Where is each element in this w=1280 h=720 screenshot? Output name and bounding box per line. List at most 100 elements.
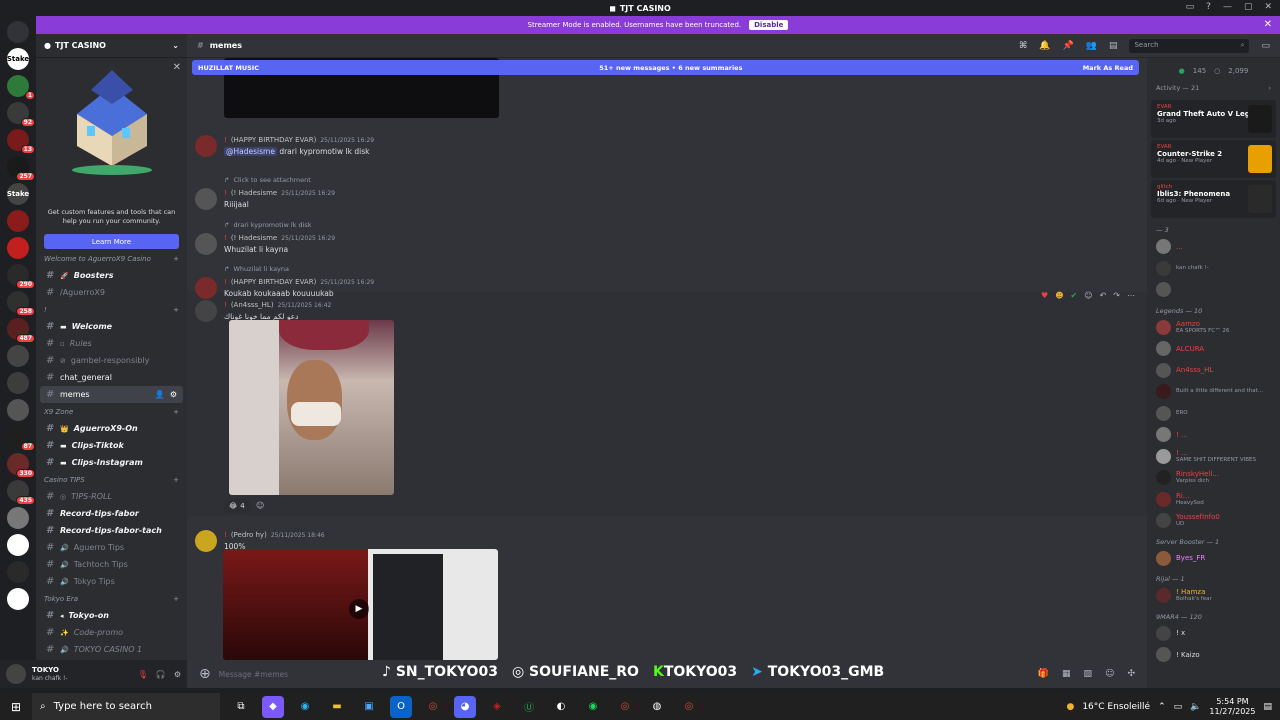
summaries-icon[interactable]: ▤ xyxy=(1109,41,1118,51)
search-input[interactable]: Search ⌕ xyxy=(1129,38,1250,53)
channel-item[interactable]: # ▬ Welcome xyxy=(36,318,187,335)
channel-item[interactable]: # Record-tips-fabor-tach xyxy=(36,522,187,539)
notification-icon[interactable]: ▤ xyxy=(1263,702,1272,712)
plus-icon[interactable]: + xyxy=(173,306,179,314)
server-icon[interactable] xyxy=(7,237,29,259)
clock[interactable]: 5:54 PM 11/27/2025 xyxy=(1209,697,1255,717)
server-icon[interactable] xyxy=(7,345,29,367)
volume-icon[interactable]: 🔈 xyxy=(1190,702,1201,712)
close-banner-icon[interactable]: ✕ xyxy=(1264,19,1272,30)
outlook-icon[interactable]: O xyxy=(390,695,412,718)
server-icon[interactable]: 87 xyxy=(7,426,35,451)
heart-icon[interactable]: ♥ xyxy=(1041,291,1048,300)
new-messages-bar[interactable]: HUZILLAT MUSIC 51+ new messages • 6 new … xyxy=(192,60,1139,75)
channel-item[interactable]: # 👑 AguerroX9-On xyxy=(36,420,187,437)
server-icon[interactable]: 258 xyxy=(7,291,35,316)
taskbar-search[interactable]: ⌕ Type here to search xyxy=(32,693,220,720)
server-header[interactable]: ● TJT CASINO ⌄ xyxy=(36,34,187,58)
server-icon[interactable] xyxy=(7,588,29,610)
deafen-icon[interactable]: 🎧 xyxy=(156,670,166,679)
channel-item[interactable]: # ▬ Clips-Tiktok xyxy=(36,437,187,454)
steam-icon[interactable]: ◐ xyxy=(550,696,572,718)
server-icon[interactable]: 435 xyxy=(7,480,35,505)
inbox-icon[interactable]: ▭ xyxy=(1261,41,1270,51)
gear-icon[interactable]: ⚙ xyxy=(174,670,181,679)
author-name[interactable]: (HAPPY BIRTHDAY EVAR) xyxy=(231,136,317,144)
chrome3-icon[interactable]: ◎ xyxy=(678,696,700,718)
member-item[interactable]: ! Kaizo xyxy=(1147,644,1280,666)
task-view-icon[interactable]: ⧉ xyxy=(230,696,252,718)
member-item[interactable]: An4sss_HL xyxy=(1147,360,1280,382)
reaction-badge[interactable]: 😂 4 xyxy=(224,499,250,513)
channel-item[interactable]: # ✨ Code-promo xyxy=(36,624,187,641)
app-red-icon[interactable]: ◈ xyxy=(486,696,508,718)
avatar[interactable] xyxy=(195,530,217,552)
server-icon[interactable]: 1 xyxy=(7,75,35,100)
more-icon[interactable]: ⋯ xyxy=(1127,291,1135,300)
forward-icon[interactable]: ↷ xyxy=(1113,291,1120,300)
activity-card[interactable]: EVAR Grand Theft Auto V Legacy 3d ago xyxy=(1151,100,1276,138)
bell-icon[interactable]: 🔔 xyxy=(1039,41,1050,51)
channel-category[interactable]: X9 Zone + xyxy=(36,403,187,420)
check-icon[interactable]: ✔ xyxy=(1071,291,1078,300)
channel-item[interactable]: # 🚀 Boosters xyxy=(36,267,187,284)
close-window-button[interactable]: ✕ xyxy=(1264,2,1272,12)
windows-start-icon[interactable]: ⊞ xyxy=(0,700,32,714)
avatar[interactable] xyxy=(195,188,217,210)
reply-preview[interactable]: ↱ Click to see attachment xyxy=(224,176,311,184)
server-icon[interactable]: Stake xyxy=(7,48,29,70)
add-attachment-icon[interactable]: ⊕ xyxy=(199,666,211,682)
sticker-icon[interactable]: ▨ xyxy=(1084,669,1093,679)
gift-icon[interactable]: 🎁 xyxy=(1038,669,1049,679)
author-name[interactable]: (Pedro hy) xyxy=(231,531,267,539)
mute-icon[interactable]: 🎙 xyxy=(138,670,148,679)
member-item[interactable]: Aamzo EA SPORTS FC™ 26 xyxy=(1147,317,1280,339)
members-icon[interactable]: 👥 xyxy=(1086,41,1097,51)
pin-icon[interactable]: 📌 xyxy=(1063,41,1074,51)
member-item[interactable]: ALCURA xyxy=(1147,338,1280,360)
maximize-button[interactable]: ▢ xyxy=(1244,2,1253,12)
image-attachment[interactable] xyxy=(229,320,394,495)
add-reaction-icon[interactable]: ☺ xyxy=(1084,291,1092,300)
chevron-right-icon[interactable]: › xyxy=(1268,84,1271,98)
edge-icon[interactable]: ◉ xyxy=(294,696,316,718)
server-icon[interactable] xyxy=(7,399,29,421)
avatar[interactable] xyxy=(195,233,217,255)
copilot-icon[interactable]: ◆ xyxy=(262,695,284,718)
minimize-button[interactable]: — xyxy=(1223,2,1232,12)
reply-preview[interactable]: ↱ drari kypromotiw lk disk xyxy=(224,221,312,229)
member-item[interactable]: Built a little different and that... xyxy=(1147,381,1280,403)
activity-card[interactable]: glitch Iblis3: Phenomena 6d ago · New Play… xyxy=(1151,180,1276,218)
channel-item[interactable]: # 🔊 Tokyo Tips xyxy=(36,573,187,590)
avatar[interactable] xyxy=(195,277,217,299)
channel-item[interactable]: # 🔊 Tachtoch Tips xyxy=(36,556,187,573)
add-reaction-small-icon[interactable]: ☺ xyxy=(256,501,264,510)
disable-button[interactable]: Disable xyxy=(749,20,789,30)
member-item[interactable]: Byes_FR xyxy=(1147,548,1280,570)
server-icon[interactable]: Stake xyxy=(7,183,29,205)
emoji-icon[interactable]: ☻ xyxy=(1055,291,1063,300)
channel-item[interactable]: # ⊘ gambel-responsibly xyxy=(36,352,187,369)
avatar[interactable] xyxy=(195,135,217,157)
author-name[interactable]: (An4sss_HL) xyxy=(231,301,274,309)
channel-category[interactable]: Welcome to AguerroX9 Casino + xyxy=(36,250,187,267)
activity-card[interactable]: EVAR Counter-Strike 2 4d ago · New Player xyxy=(1151,140,1276,178)
threads-icon[interactable]: ⌘ xyxy=(1019,41,1027,51)
server-icon[interactable]: 330 xyxy=(7,453,35,478)
member-item[interactable]: ! ... xyxy=(1147,424,1280,446)
channel-category[interactable]: Tokyo Era + xyxy=(36,590,187,607)
server-icon[interactable]: 257 xyxy=(7,156,35,181)
author-name[interactable]: (HAPPY BIRTHDAY EVAR) xyxy=(231,278,317,286)
member-item[interactable]: ! x xyxy=(1147,623,1280,645)
network-icon[interactable]: ▭ xyxy=(1174,702,1183,712)
tray-chevron-icon[interactable]: ⌃ xyxy=(1158,702,1166,712)
server-icon[interactable] xyxy=(7,21,29,43)
message-input[interactable]: Message #memes xyxy=(219,670,369,679)
server-icon[interactable] xyxy=(7,210,29,232)
channel-item[interactable]: # 🔊 Aguerro Tips xyxy=(36,539,187,556)
play-icon[interactable]: ▶ xyxy=(349,599,369,619)
author-name[interactable]: (! Hadesisme xyxy=(231,189,277,197)
author-name[interactable]: (! Hadesisme xyxy=(231,234,277,242)
member-item[interactable]: kan chafk !- xyxy=(1147,258,1280,280)
channel-item[interactable]: # ◎ TIPS-ROLL xyxy=(36,488,187,505)
